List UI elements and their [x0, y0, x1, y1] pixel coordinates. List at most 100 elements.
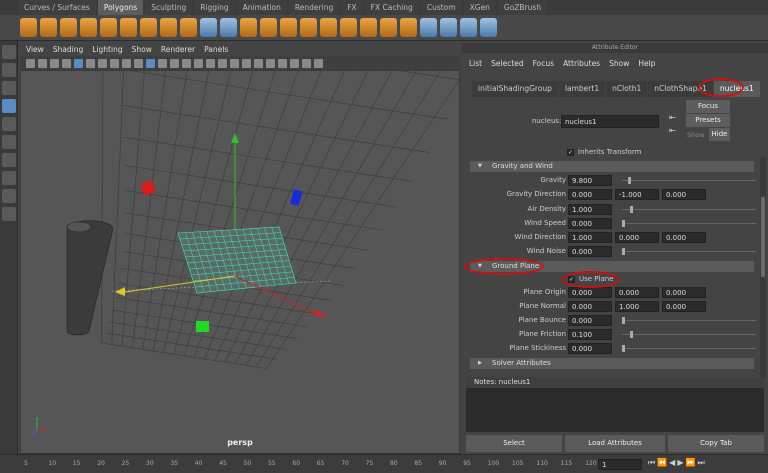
field-chart-icon[interactable] — [122, 58, 131, 68]
focus-arrow-icon[interactable]: ⇤ — [669, 113, 676, 122]
shelf-tab-xgen[interactable]: XGen — [463, 0, 496, 15]
separate-icon[interactable] — [220, 18, 237, 37]
scene-view[interactable] — [21, 0, 489, 453]
solver-attributes-section[interactable]: Solver Attributes — [470, 358, 754, 369]
gravity-field[interactable]: 9.800 — [568, 175, 612, 186]
viewport-menu-panels[interactable]: Panels — [204, 45, 228, 56]
ae-menu-focus[interactable]: Focus — [533, 59, 554, 69]
single-layout-icon[interactable] — [2, 153, 16, 167]
wireframe-icon[interactable] — [146, 58, 155, 68]
gravity-direction-z[interactable]: 0.000 — [662, 189, 706, 200]
shelf-tab-custom[interactable]: Custom — [420, 0, 462, 15]
plane-normal-x[interactable]: 0.000 — [568, 301, 612, 312]
viewport-menu-show[interactable]: Show — [132, 45, 152, 56]
shelf-tab-sculpting[interactable]: Sculpting — [145, 0, 193, 15]
ae-menu-list[interactable]: List — [469, 59, 482, 69]
motion-blur-icon[interactable] — [218, 58, 227, 68]
bookmarks-icon[interactable] — [50, 58, 59, 68]
grid-icon[interactable] — [74, 58, 83, 68]
wind-noise-field[interactable]: 0.000 — [568, 246, 612, 257]
sphere-icon[interactable] — [20, 18, 37, 37]
wind-speed-field[interactable]: 0.000 — [568, 218, 612, 229]
focus-button[interactable]: Focus — [686, 100, 730, 113]
plane-normal-y[interactable]: 1.000 — [615, 301, 659, 312]
inherits-transform-checkbox[interactable]: ✓ — [567, 149, 574, 156]
shadows-icon[interactable] — [194, 58, 203, 68]
shelf-tab-curves-surfaces[interactable]: Curves / Surfaces — [18, 0, 96, 15]
multi-cut-icon[interactable] — [380, 18, 397, 37]
tab-lambert1[interactable]: lambert1 — [558, 81, 606, 97]
bevel-icon[interactable] — [340, 18, 357, 37]
lights-icon[interactable] — [182, 58, 191, 68]
four-layout-icon[interactable] — [2, 171, 16, 185]
move-tool-icon[interactable] — [2, 99, 16, 113]
go-to-end-icon[interactable]: ⏭ — [697, 458, 706, 467]
rotate-tool-icon[interactable] — [2, 117, 16, 131]
plane-friction-slider[interactable] — [622, 331, 756, 338]
auto-uv-icon[interactable] — [460, 18, 477, 37]
smooth-shade-icon[interactable] — [158, 58, 167, 68]
shelf-tab-fx-caching[interactable]: FX Caching — [364, 0, 419, 15]
lasso-tool-icon[interactable] — [2, 63, 16, 77]
plane-stickiness-slider[interactable] — [622, 345, 756, 352]
plane-stickiness-field[interactable]: 0.000 — [568, 343, 612, 354]
time-slider[interactable]: 1 ⏮⏪◀▶⏩⏭ 5 10 15 20 25 30 35 40 45 50 55 60 65 70 75 80… — [0, 454, 768, 473]
shelf-tab-rigging[interactable]: Rigging — [194, 0, 235, 15]
side-layout-icon[interactable] — [2, 189, 16, 203]
cylinder-icon[interactable] — [60, 18, 77, 37]
bridge-icon[interactable] — [320, 18, 337, 37]
perspective-viewport[interactable]: persp — [20, 0, 489, 454]
ae-menu-attributes[interactable]: Attributes — [563, 59, 600, 69]
plane-bounce-slider[interactable] — [622, 317, 756, 324]
exposure-icon[interactable] — [302, 58, 311, 68]
wind-direction-z[interactable]: 0.000 — [662, 232, 706, 243]
shelf-tab-polygons[interactable]: Polygons — [97, 0, 144, 15]
viewport-menu-lighting[interactable]: Lighting — [92, 45, 122, 56]
isolate-select-icon[interactable] — [254, 58, 263, 68]
image-plane-icon[interactable] — [62, 58, 71, 68]
cylinder-mesh[interactable] — [66, 220, 114, 336]
manipulator-y-arrow[interactable] — [231, 133, 239, 143]
gravity-wind-section[interactable]: Gravity and Wind — [470, 161, 754, 172]
current-frame-field[interactable]: 1 — [598, 459, 642, 470]
gravity-direction-x[interactable]: 0.000 — [568, 189, 612, 200]
textured-icon[interactable] — [170, 58, 179, 68]
step-back-icon[interactable]: ⏪ — [657, 458, 669, 467]
xray-joints-icon[interactable] — [278, 58, 287, 68]
node-name-field[interactable]: nucleus1 — [561, 115, 659, 128]
select-arrow-icon[interactable]: ⇤ — [669, 126, 676, 135]
shelf-tab-fx[interactable]: FX — [341, 0, 363, 15]
plane-origin-x[interactable]: 0.000 — [568, 287, 612, 298]
tab-ncloth1[interactable]: nCloth1 — [606, 81, 648, 97]
select-button[interactable]: Select — [466, 435, 562, 452]
checker-icon[interactable] — [480, 18, 497, 37]
boolean-icon[interactable] — [260, 18, 277, 37]
fill-hole-icon[interactable] — [360, 18, 377, 37]
copy-tab-button[interactable]: Copy Tab — [668, 435, 764, 452]
cube-icon[interactable] — [40, 18, 57, 37]
torus-icon[interactable] — [120, 18, 137, 37]
ae-menu-help[interactable]: Help — [638, 59, 655, 69]
shelf-tab-rendering[interactable]: Rendering — [288, 0, 340, 15]
extrude-icon[interactable] — [300, 18, 317, 37]
ae-menu-show[interactable]: Show — [609, 59, 629, 69]
viewport-menu-renderer[interactable]: Renderer — [161, 45, 195, 56]
plane-friction-field[interactable]: 0.100 — [568, 329, 612, 340]
load-attributes-button[interactable]: Load Attributes — [565, 435, 665, 452]
wind-noise-slider[interactable] — [622, 248, 756, 255]
go-to-start-icon[interactable]: ⏮ — [648, 458, 657, 467]
plane-bounce-field[interactable]: 0.000 — [568, 315, 612, 326]
resolution-gate-icon[interactable] — [98, 58, 107, 68]
camera-attributes-icon[interactable] — [38, 58, 47, 68]
svg-icon[interactable] — [180, 18, 197, 37]
antialiasing-icon[interactable] — [230, 58, 239, 68]
tab-initialshadinggroup[interactable]: initialShadingGroup — [472, 81, 558, 97]
hide-button[interactable]: Hide — [709, 128, 730, 141]
step-forward-icon[interactable]: ⏩ — [685, 458, 697, 467]
combine-icon[interactable] — [200, 18, 217, 37]
manipulator-z-arrow[interactable] — [115, 287, 125, 296]
safe-action-icon[interactable] — [134, 58, 143, 68]
gate-mask-icon[interactable] — [110, 58, 119, 68]
xray-icon[interactable] — [266, 58, 275, 68]
planar-map-icon[interactable] — [440, 18, 457, 37]
